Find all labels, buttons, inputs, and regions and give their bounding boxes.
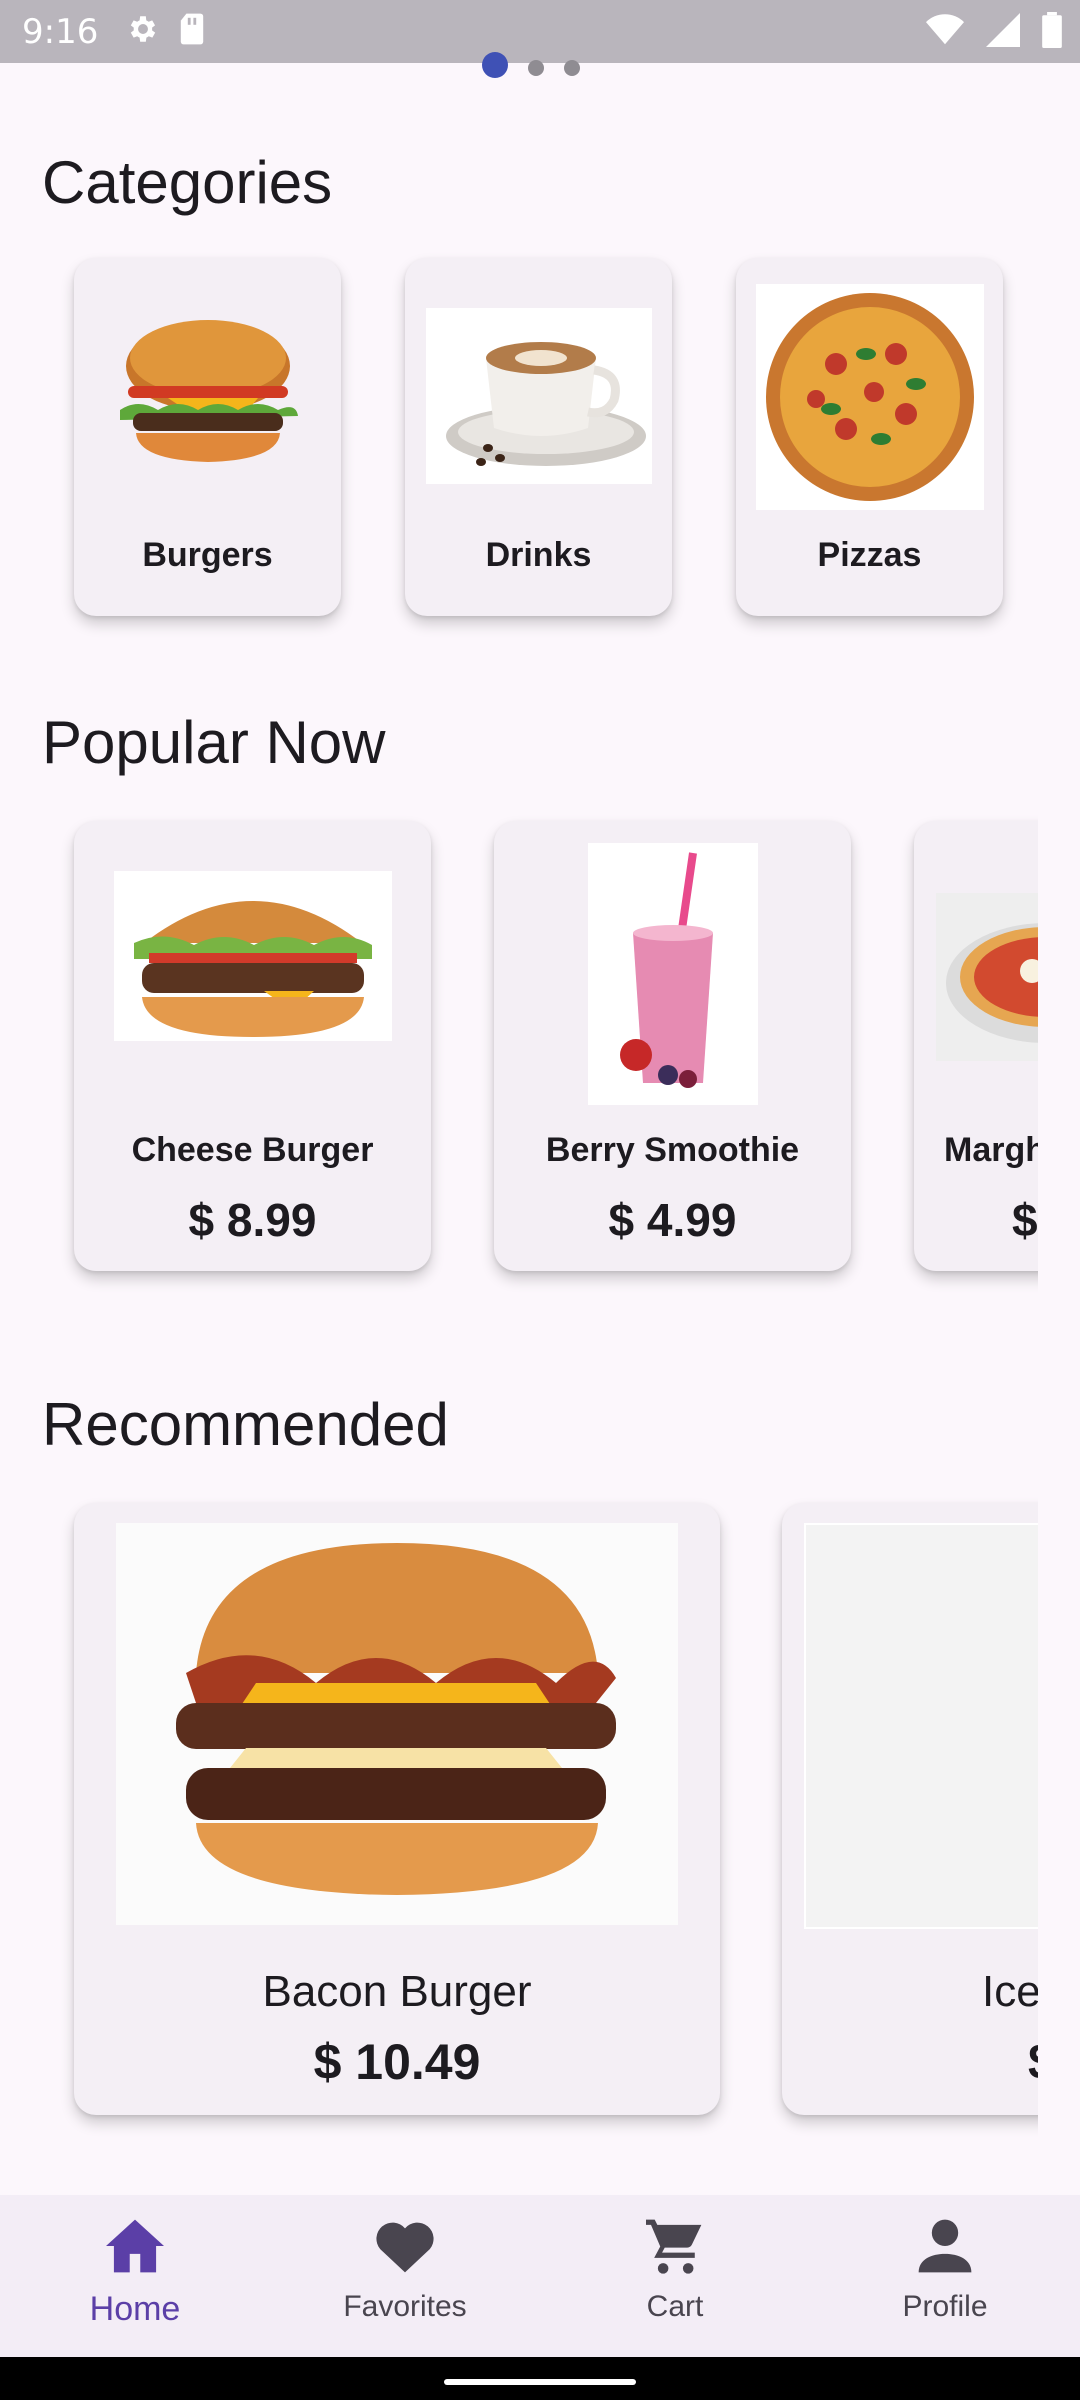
category-card-burgers[interactable]: Burgers [74,258,341,616]
recommended-carousel[interactable]: Bacon Burger $ 10.49 Ice $ [42,1495,1038,2155]
status-bar: 9:16 [0,0,1080,63]
burger-image [108,298,308,478]
smoothie-image [588,843,758,1105]
popular-item-name: Cheese Burger [131,1131,374,1169]
category-card-pizzas[interactable]: Pizzas [736,258,1003,616]
category-label: Drinks [485,536,592,574]
carousel-pager [482,52,580,78]
nav-label: Profile [902,2290,988,2323]
bacon-burger-image [116,1523,678,1925]
popular-title: Popular Now [42,709,386,776]
cell-signal-icon [986,13,1020,52]
battery-icon [1042,12,1062,53]
status-time: 9:16 [22,11,99,52]
wifi-icon [926,13,964,52]
bottom-navigation: Home Favorites Cart Profile [0,2195,1080,2357]
category-label: Burgers [142,536,273,574]
categories-title: Categories [42,149,333,216]
recommended-item-price: $ 10.49 [313,2034,481,2090]
heart-icon [373,2217,437,2280]
nav-cart[interactable]: Cart [540,2195,810,2357]
gesture-navigation-bar [0,2357,1080,2400]
pager-dot-active[interactable] [482,52,508,78]
popular-card-berry-smoothie[interactable]: Berry Smoothie $ 4.99 [494,821,851,1271]
nav-label: Home [89,2290,181,2328]
popular-item-name: Berry Smoothie [545,1131,800,1169]
cheese-burger-image [114,871,392,1041]
nav-profile[interactable]: Profile [810,2195,1080,2357]
category-card-drinks[interactable]: Drinks [405,258,672,616]
nav-label: Favorites [343,2290,467,2323]
recommended-title: Recommended [42,1391,449,1458]
coffee-image [426,308,652,484]
nav-home[interactable]: Home [0,2195,270,2357]
popular-card-margherita[interactable]: Margh $ [914,821,1038,1271]
nav-label: Cart [646,2290,704,2323]
cart-icon [643,2217,707,2280]
pager-dot[interactable] [564,60,580,76]
nav-favorites[interactable]: Favorites [270,2195,540,2357]
settings-icon [126,12,160,51]
recommended-card-ice[interactable]: Ice $ [782,1503,1038,2115]
ice-drink-image [804,1523,1038,1929]
popular-card-cheese-burger[interactable]: Cheese Burger $ 8.99 [74,821,431,1271]
recommended-item-name: Bacon Burger [262,1967,532,2016]
sd-card-icon [178,12,206,51]
recommended-item-price: $ [1028,2033,1038,2091]
home-gesture-handle[interactable] [444,2379,636,2385]
pizza-image [756,284,984,510]
home-icon [103,2217,167,2280]
popular-item-price: $ 4.99 [608,1194,737,1246]
person-icon [913,2217,977,2280]
popular-carousel[interactable]: Cheese Burger $ 8.99 Berry Smoothie $ 4.… [42,815,1038,1305]
recommended-card-bacon-burger[interactable]: Bacon Burger $ 10.49 [74,1503,720,2115]
popular-item-price: $ [1012,1194,1038,1246]
category-label: Pizzas [817,536,922,574]
recommended-item-name: Ice [982,1967,1038,2016]
margherita-image [936,893,1038,1061]
pager-dot[interactable] [528,60,544,76]
popular-item-name: Margh [944,1131,1038,1169]
popular-item-price: $ 8.99 [188,1194,317,1246]
